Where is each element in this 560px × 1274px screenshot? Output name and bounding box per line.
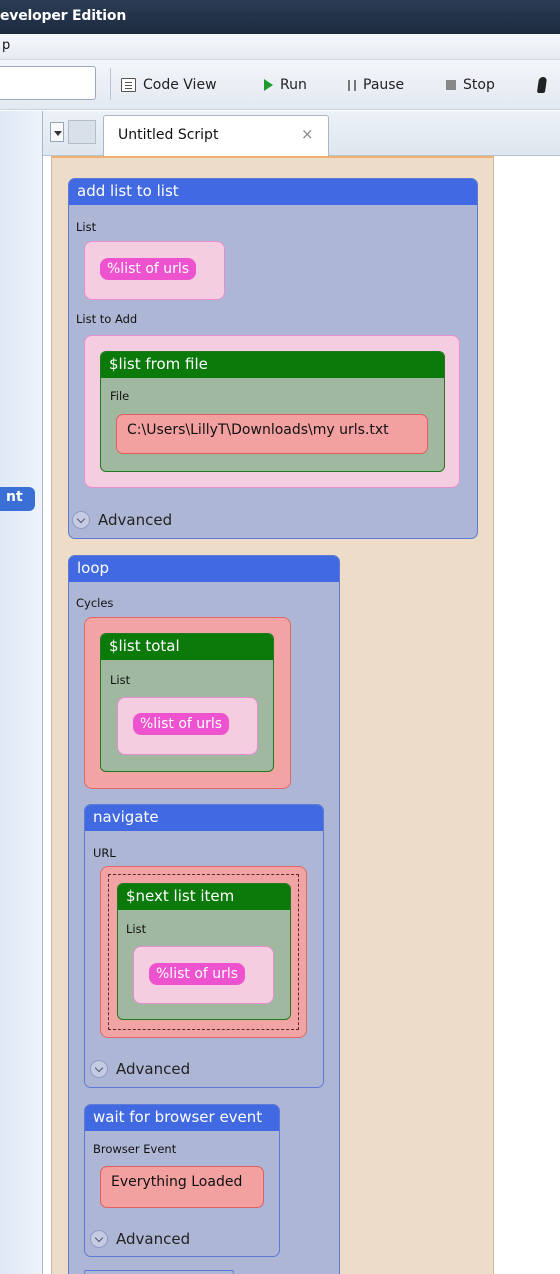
- stop-label: Stop: [463, 77, 495, 93]
- advanced-label: Advanced: [98, 511, 173, 529]
- step-button[interactable]: [536, 74, 548, 96]
- run-button[interactable]: Run: [264, 74, 307, 96]
- advanced-label: Advanced: [116, 1060, 191, 1078]
- param-label-list-to-add: List to Add: [76, 312, 138, 326]
- code-view-label: Code View: [143, 77, 217, 93]
- tab-label: Untitled Script: [118, 127, 219, 143]
- tab-untitled-script[interactable]: Untitled Script ×: [103, 115, 329, 157]
- advanced-toggle[interactable]: Advanced: [90, 1230, 190, 1248]
- left-panel: nt: [0, 111, 43, 1274]
- window-title: eveloper Edition: [0, 8, 127, 24]
- variable-pill[interactable]: %list of urls: [149, 963, 246, 985]
- command-title: loop: [69, 556, 339, 582]
- play-icon: [264, 79, 273, 91]
- function-title: $list total: [101, 634, 273, 660]
- pause-icon: [348, 79, 356, 91]
- advanced-label: Advanced: [116, 1230, 191, 1248]
- menu-item-help[interactable]: p: [2, 38, 10, 53]
- function-title: $list from file: [101, 352, 444, 378]
- browser-event-field[interactable]: Everything Loaded: [100, 1166, 264, 1208]
- tab-strip: Untitled Script ×: [43, 111, 560, 157]
- command-title: wait for browser event: [85, 1105, 279, 1131]
- document-icon[interactable]: [68, 120, 96, 144]
- run-label: Run: [280, 77, 307, 93]
- chevron-down-icon: [90, 1230, 108, 1248]
- param-label-list: List: [110, 673, 131, 687]
- toolbar-input[interactable]: [0, 66, 96, 100]
- param-label-list: List: [126, 922, 147, 936]
- file-path-field[interactable]: C:\Users\LillyT\Downloads\my urls.txt: [116, 414, 428, 454]
- chevron-down-icon: [90, 1060, 108, 1078]
- command-title: add list to list: [69, 179, 477, 205]
- advanced-toggle[interactable]: Advanced: [90, 1060, 190, 1078]
- toolbar-separator: [110, 68, 111, 100]
- command-title: navigate: [85, 805, 323, 831]
- variable-pill[interactable]: %list of urls: [133, 713, 230, 735]
- command-next-partial[interactable]: [84, 1270, 234, 1274]
- param-label-file: File: [110, 389, 130, 403]
- advanced-toggle[interactable]: Advanced: [72, 511, 172, 529]
- pause-label: Pause: [363, 77, 405, 93]
- window-titlebar: eveloper Edition: [0, 0, 560, 34]
- code-view-button[interactable]: Code View: [121, 74, 217, 96]
- function-title: $next list item: [118, 884, 290, 910]
- param-label-cycles: Cycles: [76, 596, 114, 610]
- stop-icon: [446, 80, 456, 90]
- toolbar: Code View Run Pause Stop: [0, 60, 560, 110]
- left-panel-badge[interactable]: nt: [0, 487, 35, 511]
- param-label-url: URL: [93, 846, 116, 860]
- code-view-icon: [121, 78, 136, 92]
- footstep-icon: [536, 77, 548, 93]
- param-label-list: List: [76, 220, 97, 234]
- variable-pill[interactable]: %list of urls: [100, 258, 197, 280]
- close-icon[interactable]: ×: [301, 125, 314, 143]
- tab-list-dropdown[interactable]: [50, 122, 64, 142]
- chevron-down-icon: [72, 511, 90, 529]
- pause-button[interactable]: Pause: [348, 74, 404, 96]
- menubar: p: [0, 34, 560, 60]
- param-label-browser-event: Browser Event: [93, 1142, 177, 1156]
- stop-button[interactable]: Stop: [446, 74, 495, 96]
